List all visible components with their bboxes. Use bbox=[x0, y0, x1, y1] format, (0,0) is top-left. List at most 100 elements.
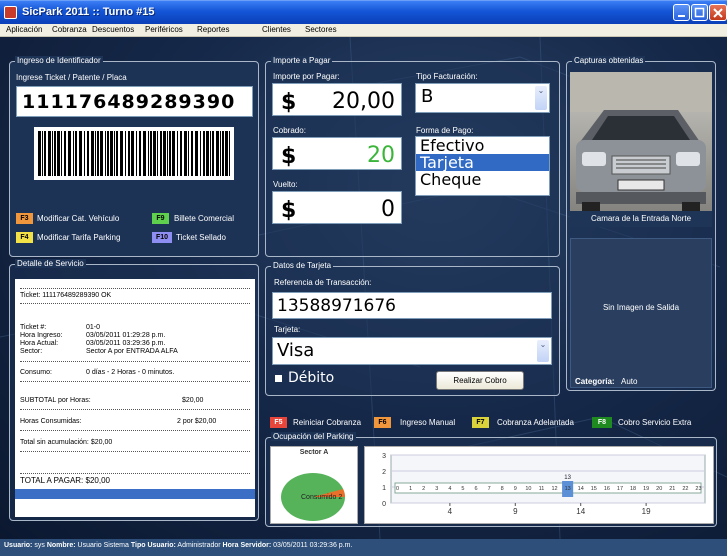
divider bbox=[20, 451, 250, 452]
x-tick-label: 16 bbox=[604, 486, 610, 492]
minimize-button[interactable] bbox=[673, 4, 690, 21]
key-f9-label[interactable]: Billete Comercial bbox=[174, 214, 234, 223]
horas-value: 2 por $20,00 bbox=[177, 418, 217, 425]
ingreso-legend: Ingreso de Identificador bbox=[15, 56, 103, 65]
total-sin-acumulacion: Total sin acumulación: $20,00 bbox=[20, 439, 113, 446]
x-tick-label: 9 bbox=[514, 486, 517, 492]
ticket-input[interactable]: 111176489289390 bbox=[16, 86, 253, 117]
vuelto-currency: $ bbox=[281, 198, 297, 223]
x-tick-label: 6 bbox=[475, 486, 478, 492]
key-f8[interactable]: F8 bbox=[592, 417, 612, 428]
usuario-value: sys bbox=[34, 542, 45, 549]
key-f5[interactable]: F5 bbox=[270, 417, 287, 428]
categoria-value: Auto bbox=[621, 377, 638, 386]
hora-servidor-label: Hora Servidor: bbox=[222, 542, 272, 549]
x-tick-label: 23 bbox=[695, 486, 701, 492]
category-strip bbox=[394, 482, 702, 494]
key-f9[interactable]: F9 bbox=[152, 213, 169, 224]
x-tick-label: 14 bbox=[578, 486, 584, 492]
menu-perifericos[interactable]: Periféricos bbox=[145, 25, 183, 34]
tipo-facturacion-select[interactable]: B ⌄ bbox=[415, 83, 550, 113]
menu-cobranza[interactable]: Cobranza bbox=[52, 25, 87, 34]
realizar-cobro-button[interactable]: Realizar Cobro bbox=[436, 371, 524, 390]
menu-aplicacion[interactable]: Aplicación bbox=[6, 25, 42, 34]
pie-chart-panel: Sector A Consumido 2 bbox=[270, 446, 358, 524]
key-f4-label[interactable]: Modificar Tarifa Parking bbox=[37, 233, 120, 242]
cobrado-input[interactable]: $ 20 bbox=[272, 137, 402, 170]
referencia-input[interactable]: 13588971676 bbox=[272, 292, 552, 319]
divider bbox=[20, 288, 250, 289]
menu-bar: Aplicación Cobranza Descuentos Periféric… bbox=[0, 24, 727, 37]
plot-area bbox=[390, 454, 706, 504]
x-axis-label: 14 bbox=[576, 507, 585, 516]
maximize-button[interactable] bbox=[691, 4, 708, 21]
y-tick-label: 3 bbox=[382, 453, 386, 460]
forma-pago-cheque[interactable]: Cheque bbox=[416, 171, 549, 188]
status-bar: Usuario: sys Nombre: Usuario Sistema Tip… bbox=[0, 539, 727, 556]
divider bbox=[20, 430, 250, 431]
chevron-down-icon[interactable]: ⌄ bbox=[537, 340, 549, 362]
importe-value: 20,00 bbox=[332, 89, 395, 114]
x-axis-label: 19 bbox=[642, 507, 651, 516]
car-icon bbox=[570, 72, 712, 227]
x-tick-label: 10 bbox=[525, 486, 531, 492]
detalle-value: 03/05/2011 03:29:36 p.m. bbox=[86, 340, 166, 347]
maximize-icon bbox=[694, 7, 705, 18]
divider bbox=[20, 409, 250, 410]
forma-pago-efectivo[interactable]: Efectivo bbox=[416, 137, 549, 154]
cobrado-currency: $ bbox=[281, 144, 297, 169]
x-tick-label: 15 bbox=[591, 486, 597, 492]
usuario-label: Usuario: bbox=[4, 542, 33, 549]
x-tick-label: 22 bbox=[682, 486, 688, 492]
entrada-caption: Camara de la Entrada Norte bbox=[570, 211, 712, 227]
occupancy-bar-chart: 01230 1 2 3 4 5 6 7 8 9 10 11 12 13 14 15 16 17 18 19 20 21 22… bbox=[382, 453, 706, 516]
key-f3-label[interactable]: Modificar Cat. Vehículo bbox=[37, 214, 119, 223]
menu-clientes[interactable]: Clientes bbox=[262, 25, 291, 34]
consumo-value: 0 días - 2 Horas - 0 minutos. bbox=[86, 369, 175, 376]
x-tick-label: 17 bbox=[617, 486, 623, 492]
debito-checkbox[interactable] bbox=[275, 375, 282, 382]
importe-label: Importe por Pagar: bbox=[273, 72, 340, 81]
vuelto-label: Vuelto: bbox=[273, 180, 298, 189]
divider bbox=[20, 361, 250, 362]
x-tick-label: 4 bbox=[448, 486, 451, 492]
tarjeta-value: Visa bbox=[277, 340, 315, 361]
key-f8-label[interactable]: Cobro Servicio Extra bbox=[618, 418, 691, 427]
x-tick-label: 21 bbox=[669, 486, 675, 492]
horas-label: Horas Consumidas: bbox=[20, 418, 82, 425]
cobrado-label: Cobrado: bbox=[273, 126, 306, 135]
key-f7[interactable]: F7 bbox=[472, 417, 489, 428]
referencia-label: Referencia de Transacción: bbox=[274, 278, 372, 287]
key-f5-label[interactable]: Reiniciar Cobranza bbox=[293, 418, 361, 427]
detalle-key: Ticket #: bbox=[20, 324, 47, 331]
detalle-value: 01-0 bbox=[86, 324, 101, 331]
ocupacion-group: Ocupación del Parking Sector A Consumido… bbox=[265, 432, 717, 527]
detalle-key: Sector: bbox=[20, 348, 43, 355]
tipo-usuario-value: Administrador bbox=[177, 542, 221, 549]
menu-reportes[interactable]: Reportes bbox=[197, 25, 229, 34]
key-f7-label[interactable]: Cobranza Adelantada bbox=[497, 418, 574, 427]
key-f4[interactable]: F4 bbox=[16, 232, 33, 243]
key-f3[interactable]: F3 bbox=[16, 213, 33, 224]
debito-label[interactable]: Débito bbox=[288, 370, 334, 386]
detalle-key: Hora Actual: bbox=[20, 340, 59, 347]
forma-pago-tarjeta[interactable]: Tarjeta bbox=[416, 154, 549, 171]
menu-descuentos[interactable]: Descuentos bbox=[92, 25, 134, 34]
x-tick-label: 3 bbox=[435, 486, 438, 492]
close-button[interactable] bbox=[709, 4, 727, 21]
menu-sectores[interactable]: Sectores bbox=[305, 25, 337, 34]
importe-field: $ 20,00 bbox=[272, 83, 402, 116]
ticket-scrollbar[interactable] bbox=[15, 489, 255, 499]
ocupacion-legend: Ocupación del Parking bbox=[271, 432, 356, 441]
forma-pago-list[interactable]: Efectivo Tarjeta Cheque bbox=[415, 136, 550, 196]
tarjeta-select[interactable]: Visa ⌄ bbox=[272, 337, 552, 365]
key-f10-label[interactable]: Ticket Sellado bbox=[176, 233, 226, 242]
x-tick-label: 5 bbox=[461, 486, 464, 492]
chevron-down-icon[interactable]: ⌄ bbox=[535, 86, 547, 110]
total-a-pagar: TOTAL A PAGAR: $20,00 bbox=[20, 476, 110, 485]
key-f6[interactable]: F6 bbox=[374, 417, 391, 428]
key-f6-label[interactable]: Ingreso Manual bbox=[400, 418, 455, 427]
importe-currency: $ bbox=[281, 90, 297, 115]
capturas-group: Capturas obtenidas Camara de la Entrada … bbox=[566, 56, 716, 391]
key-f10[interactable]: F10 bbox=[152, 232, 172, 243]
